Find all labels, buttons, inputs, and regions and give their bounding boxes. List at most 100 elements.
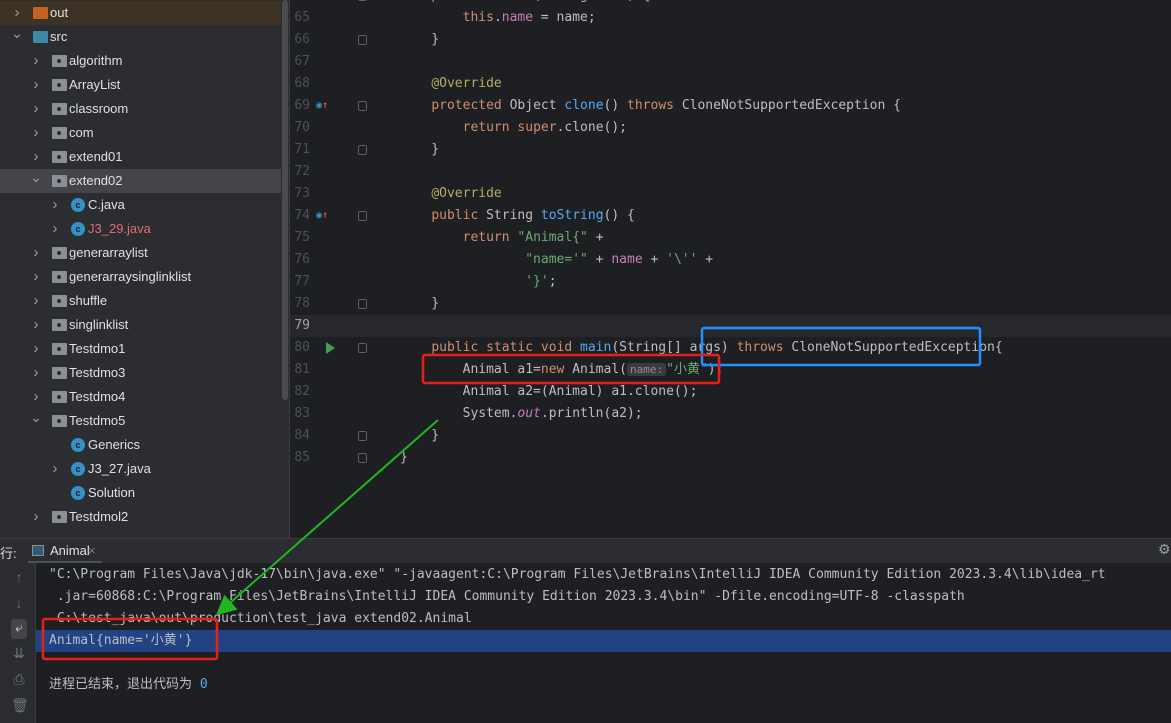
chevron-right-icon[interactable]: › xyxy=(49,193,61,217)
arrow-up-icon[interactable]: ↑ xyxy=(11,569,27,585)
tree-item[interactable]: › extend01 xyxy=(0,145,281,169)
chevron-right-icon[interactable]: › xyxy=(30,73,42,97)
tree-item[interactable]: › ArrayList xyxy=(0,73,281,97)
code-line[interactable]: 72 xyxy=(290,161,1171,183)
code-editor[interactable]: 64 public Animal(String name) {65 this.n… xyxy=(290,0,1171,538)
tree-item[interactable]: › Testdmo4 xyxy=(0,385,281,409)
tree-item[interactable]: › singlinklist xyxy=(0,313,281,337)
tree-item[interactable]: ⌄ extend02 xyxy=(0,169,281,193)
tree-item-label: Testdmo1 xyxy=(69,341,126,356)
code-token: throws xyxy=(627,98,682,113)
chevron-right-icon[interactable]: › xyxy=(30,241,42,265)
chevron-down-icon[interactable]: ⌄ xyxy=(30,405,42,429)
tree-item[interactable]: › com xyxy=(0,121,281,145)
chevron-down-icon[interactable]: ⌄ xyxy=(30,165,42,189)
code-token: + xyxy=(642,252,667,267)
code-line[interactable]: 78 } xyxy=(290,293,1171,315)
override-icon[interactable]: ◉↑ xyxy=(316,95,328,117)
chevron-right-icon[interactable]: › xyxy=(30,97,42,121)
folder-icon xyxy=(52,271,67,283)
code-line[interactable]: 79 xyxy=(290,315,1171,337)
close-icon[interactable]: × xyxy=(88,539,96,563)
tree-item[interactable]: › generarraysinglinklist xyxy=(0,265,281,289)
code-token: public xyxy=(431,208,487,223)
chevron-down-icon[interactable]: ⌄ xyxy=(11,21,23,45)
tab-animal[interactable]: Animal × xyxy=(28,539,102,563)
run-icon[interactable] xyxy=(326,342,335,354)
line-number: 64 xyxy=(290,0,310,7)
fold-icon[interactable] xyxy=(358,453,367,463)
chevron-right-icon[interactable]: › xyxy=(30,49,42,73)
chevron-right-icon[interactable]: › xyxy=(30,121,42,145)
trash-icon[interactable]: 🗑 xyxy=(11,697,29,714)
tree-item[interactable]: ⌄ src xyxy=(0,25,281,49)
code-line[interactable]: 80 public static void main(String[] args… xyxy=(290,337,1171,359)
exit-text: 进程已结束，退出代码为 xyxy=(49,677,200,692)
code-line[interactable]: 70 return super.clone(); xyxy=(290,117,1171,139)
code-line[interactable]: 65 this.name = name; xyxy=(290,7,1171,29)
fold-icon[interactable] xyxy=(358,431,367,441)
code-line[interactable]: 74 ◉↑ public String toString() { xyxy=(290,205,1171,227)
code-line[interactable]: 84 } xyxy=(290,425,1171,447)
gear-icon[interactable]: ⚙ xyxy=(1158,541,1171,558)
tree-item[interactable]: › generarraylist xyxy=(0,241,281,265)
fold-icon[interactable] xyxy=(358,145,367,155)
code-line[interactable]: 73 @Override xyxy=(290,183,1171,205)
print-icon[interactable]: ⎙ xyxy=(11,671,27,688)
arrow-down-icon[interactable]: ↓ xyxy=(11,595,27,611)
tree-item-label: C.java xyxy=(88,197,125,212)
chevron-right-icon[interactable]: › xyxy=(49,217,61,241)
code-line[interactable]: 66 } xyxy=(290,29,1171,51)
scroll-to-end-icon[interactable]: ⇊ xyxy=(11,645,27,662)
chevron-right-icon[interactable]: › xyxy=(30,505,42,529)
chevron-right-icon[interactable]: › xyxy=(30,265,42,289)
code-line[interactable]: 67 xyxy=(290,51,1171,73)
tree-item[interactable]: › classroom xyxy=(0,97,281,121)
code-line[interactable]: 77 '}'; xyxy=(290,271,1171,293)
class-icon: c xyxy=(71,438,85,452)
code-line[interactable]: 83 System.out.println(a2); xyxy=(290,403,1171,425)
fold-icon[interactable] xyxy=(358,299,367,309)
code-line[interactable]: 82 Animal a2=(Animal) a1.clone(); xyxy=(290,381,1171,403)
fold-icon[interactable] xyxy=(358,101,367,111)
code-line[interactable]: 71 } xyxy=(290,139,1171,161)
fold-icon[interactable] xyxy=(358,211,367,221)
tree-item[interactable]: › algorithm xyxy=(0,49,281,73)
override-icon[interactable]: ◉↑ xyxy=(316,205,328,227)
tree-item[interactable]: › Testdmol2 xyxy=(0,505,281,529)
chevron-right-icon[interactable]: › xyxy=(30,361,42,385)
tree-item-label: J3_27.java xyxy=(88,461,151,476)
code-line[interactable]: 76 "name='" + name + '\'' + xyxy=(290,249,1171,271)
code-text: public Animal(String name) { xyxy=(400,0,650,7)
code-line[interactable]: 81 Animal a1=new Animal(name: "小黄"); xyxy=(290,359,1171,381)
fold-icon[interactable] xyxy=(358,0,367,1)
tree-item[interactable]: › c J3_29.java xyxy=(0,217,281,241)
scrollbar-thumb[interactable] xyxy=(282,0,288,400)
fold-icon[interactable] xyxy=(358,35,367,45)
code-token: String xyxy=(486,208,541,223)
tree-item[interactable]: c Generics xyxy=(0,433,281,457)
soft-wrap-icon[interactable]: ⤶ xyxy=(11,619,27,639)
tree-item[interactable]: › c C.java xyxy=(0,193,281,217)
tree-item[interactable]: › Testdmo1 xyxy=(0,337,281,361)
tree-item[interactable]: › shuffle xyxy=(0,289,281,313)
code-line[interactable]: 68 @Override xyxy=(290,73,1171,95)
code-line[interactable]: 85} xyxy=(290,447,1171,469)
tree-item[interactable]: c Solution xyxy=(0,481,281,505)
code-line[interactable]: 69 ◉↑ protected Object clone() throws Clo… xyxy=(290,95,1171,117)
code-line[interactable]: 64 public Animal(String name) { xyxy=(290,0,1171,7)
tree-item[interactable]: › out xyxy=(0,1,281,25)
tree-item[interactable]: › Testdmo3 xyxy=(0,361,281,385)
tree-item[interactable]: › c J3_27.java xyxy=(0,457,281,481)
code-token: "Animal{" xyxy=(517,230,588,245)
fold-icon[interactable] xyxy=(358,343,367,353)
chevron-right-icon[interactable]: › xyxy=(30,337,42,361)
chevron-right-icon[interactable]: › xyxy=(49,457,61,481)
chevron-right-icon[interactable]: › xyxy=(30,313,42,337)
tree-item[interactable]: ⌄ Testdmo5 xyxy=(0,409,281,433)
chevron-right-icon[interactable]: › xyxy=(30,289,42,313)
code-line[interactable]: 75 return "Animal{" + xyxy=(290,227,1171,249)
